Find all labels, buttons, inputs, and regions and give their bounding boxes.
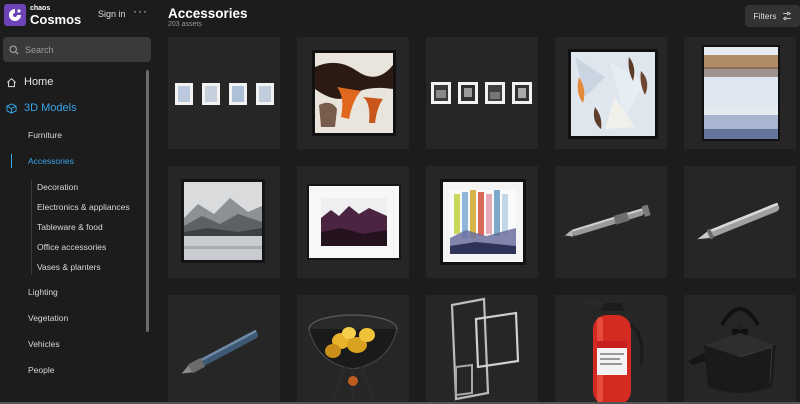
nav-3d-models[interactable]: 3D Models	[6, 102, 77, 114]
nav-home-label: Home	[24, 76, 54, 88]
main-content: Accessories 203 assets Filters	[160, 0, 800, 404]
nav-tableware-food[interactable]: Tableware & food	[37, 222, 103, 232]
bw-photo-frames-thumbnail	[431, 82, 532, 104]
asset-tile[interactable]	[555, 37, 667, 149]
sliders-icon	[782, 11, 791, 21]
brand-company: chaos	[30, 4, 51, 12]
fruit-bowl-thumbnail	[308, 314, 398, 401]
framed-prints-set-thumbnail	[175, 83, 274, 105]
search-box[interactable]	[3, 37, 151, 62]
brand-name: Cosmos	[30, 11, 82, 27]
nav-lighting[interactable]: Lighting	[28, 287, 58, 297]
asset-tile[interactable]	[555, 295, 667, 404]
asset-tile[interactable]	[297, 37, 409, 149]
more-menu-icon[interactable]: ···	[133, 4, 148, 18]
brand-logo[interactable]: chaos Cosmos	[4, 4, 81, 26]
nav-electronics-appliances[interactable]: Electronics & appliances	[37, 202, 130, 212]
asset-tile[interactable]	[426, 295, 538, 404]
fire-extinguisher-thumbnail	[585, 299, 644, 404]
mechanical-pencil-thumbnail	[560, 204, 651, 238]
asset-tile[interactable]	[684, 166, 796, 278]
cube-icon	[6, 102, 17, 114]
nav-decoration[interactable]: Decoration	[37, 182, 78, 192]
abstract-fire-painting-thumbnail	[312, 50, 396, 136]
search-icon	[9, 44, 19, 55]
colorful-stripes-print-thumbnail	[440, 179, 526, 265]
sidebar: chaos Cosmos Sign in ··· Home 3D Models …	[0, 0, 160, 404]
sidebar-scrollbar[interactable]	[146, 70, 149, 332]
cosmos-logo-icon	[4, 4, 26, 26]
blue-pen-thumbnail	[181, 329, 259, 374]
asset-count: 203 assets	[168, 21, 202, 28]
nav-people[interactable]: People	[28, 365, 54, 375]
asset-tile[interactable]	[168, 166, 280, 278]
blue-abstract-painting-thumbnail	[702, 45, 780, 141]
nav-office-accessories[interactable]: Office accessories	[37, 242, 106, 252]
nav-vases-planters[interactable]: Vases & planters	[37, 262, 101, 272]
filters-button[interactable]: Filters	[745, 5, 800, 27]
asset-tile[interactable]	[684, 295, 796, 404]
nav-accessories[interactable]: Accessories	[28, 156, 74, 166]
asset-tile[interactable]	[297, 166, 409, 278]
abstract-leaves-painting-thumbnail	[568, 49, 658, 139]
craft-knife-thumbnail	[697, 202, 780, 240]
asset-tile[interactable]	[168, 37, 280, 149]
nav-vehicles[interactable]: Vehicles	[28, 339, 60, 349]
metal-frames-thumbnail	[450, 297, 520, 401]
nav-furniture[interactable]: Furniture	[28, 130, 62, 140]
asset-tile[interactable]	[426, 166, 538, 278]
sign-in-link[interactable]: Sign in	[98, 9, 126, 19]
filters-label: Filters	[753, 11, 777, 21]
asset-tile[interactable]	[684, 37, 796, 149]
asset-tile[interactable]	[297, 295, 409, 404]
asset-tile[interactable]	[426, 37, 538, 149]
nav-3d-models-label: 3D Models	[24, 102, 77, 114]
active-indicator	[11, 154, 12, 168]
search-input[interactable]	[25, 44, 145, 55]
nav-home[interactable]: Home	[6, 76, 53, 88]
asset-tile[interactable]	[555, 166, 667, 278]
subcategory-guide-line	[31, 180, 32, 275]
asset-tile[interactable]	[168, 295, 280, 404]
nav-vegetation[interactable]: Vegetation	[28, 313, 68, 323]
purple-mountain-print-thumbnail	[307, 184, 401, 260]
page-title: Accessories	[168, 6, 248, 21]
cast-iron-teapot-thumbnail	[688, 307, 776, 393]
misty-mountains-painting-thumbnail	[181, 179, 265, 263]
home-icon	[7, 77, 16, 87]
